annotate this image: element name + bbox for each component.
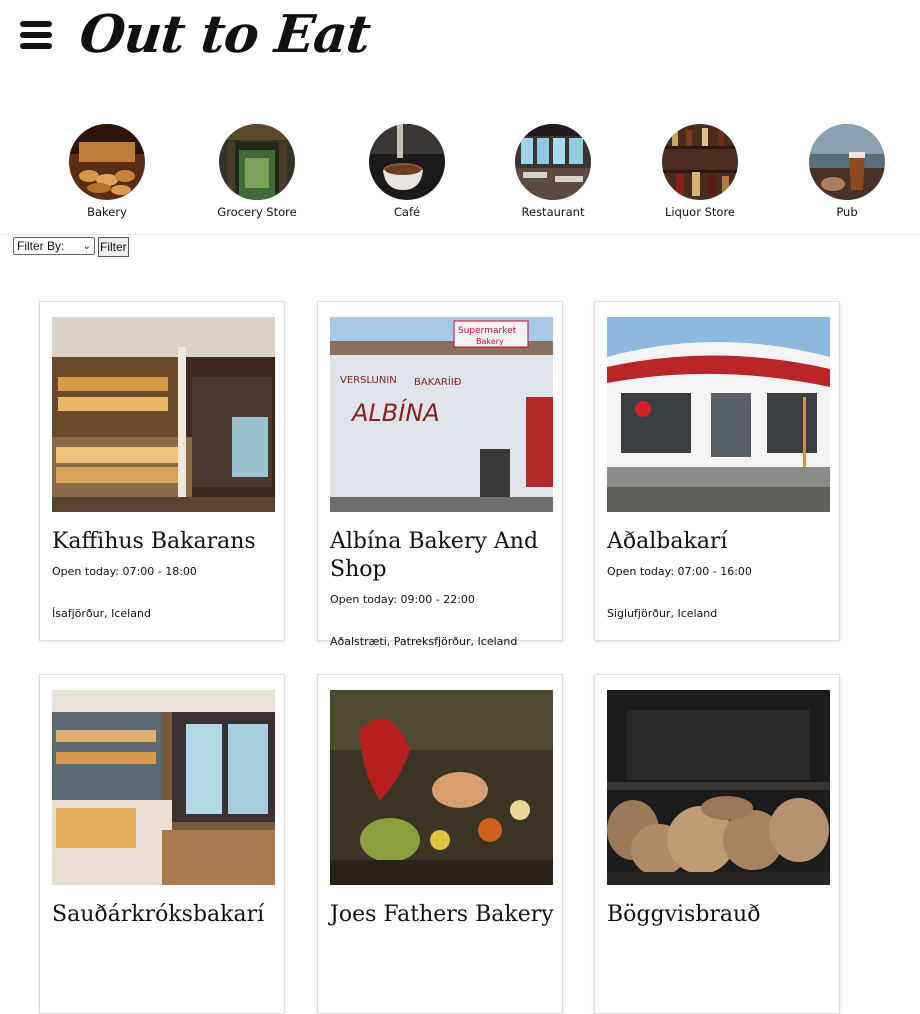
bakery-photo [69, 124, 145, 200]
place-card-body: Böggvisbrauð [607, 901, 832, 929]
place-name[interactable]: Böggvisbrauð [607, 901, 832, 929]
svg-text:Supermarket: Supermarket [458, 326, 517, 336]
place-card-body: Aðalbakarí Open today: 07:00 - 16:00 Sig… [607, 528, 832, 628]
category-pub[interactable]: Pub [777, 124, 917, 219]
place-card-body: Kaffihus Bakarans Open today: 07:00 - 18… [52, 528, 277, 628]
restaurant-photo [515, 124, 591, 200]
category-label: Grocery Store [217, 205, 297, 219]
opening-hours: Open today: 07:00 - 16:00 [607, 565, 752, 578]
category-bar: Bakery Grocery Store Café Restaurant Liq… [0, 124, 920, 234]
place-location: Aðalstræti, Patreksfjörður, Iceland [330, 635, 518, 648]
divider [0, 234, 920, 235]
category-label: Liquor Store [664, 205, 735, 219]
filter-by-select[interactable]: Filter By: ⌄ [13, 237, 95, 255]
place-card-body: Sauðárkróksbakarí [52, 901, 277, 929]
site-logo[interactable]: Out to Eat [76, 0, 373, 70]
place-card-body: Albína Bakery And Shop Open today: 09:00… [330, 528, 555, 656]
header: Out to Eat [0, 0, 920, 80]
category-label: Restaurant [521, 205, 585, 219]
filter-bar: Filter By: ⌄ Filter [13, 237, 129, 257]
place-photo [330, 690, 553, 885]
opening-hours: Open today: 07:00 - 18:00 [52, 565, 197, 578]
place-name[interactable]: Aðalbakarí [607, 528, 832, 556]
place-photo [607, 317, 830, 512]
svg-text:BAKARÍIÐ: BAKARÍIÐ [414, 375, 462, 388]
place-photo [607, 690, 830, 885]
category-restaurant[interactable]: Restaurant [483, 124, 623, 219]
hamburger-menu-icon[interactable] [20, 21, 52, 49]
category-label: Café [393, 205, 421, 219]
category-bakery[interactable]: Bakery [37, 124, 177, 219]
grocery-store-photo [219, 124, 295, 200]
category-liquor-store[interactable]: Liquor Store [630, 124, 770, 219]
svg-text:Bakery: Bakery [476, 337, 504, 346]
place-photo [52, 690, 275, 885]
place-name[interactable]: Albína Bakery And Shop [330, 528, 555, 584]
place-photo [52, 317, 275, 512]
place-card[interactable]: Sauðárkróksbakarí [39, 674, 285, 1014]
place-name[interactable]: Kaffihus Bakarans [52, 528, 277, 556]
chevron-down-icon: ⌄ [82, 240, 91, 252]
place-card[interactable]: Kaffihus Bakarans Open today: 07:00 - 18… [39, 301, 285, 641]
category-label: Pub [836, 205, 858, 219]
category-grocery-store[interactable]: Grocery Store [187, 124, 327, 219]
filter-select-value: Filter By: [17, 239, 65, 253]
place-location: Ísafjörður, Iceland [52, 607, 151, 620]
place-location: Siglufjörður, Iceland [607, 607, 718, 620]
svg-text:ALBÍNA: ALBÍNA [350, 398, 440, 427]
liquor-store-photo [662, 124, 738, 200]
category-cafe[interactable]: Café [337, 124, 477, 219]
place-card[interactable]: Supermarket Bakery VERSLUNIN BAKARÍIÐ AL… [317, 301, 563, 648]
opening-hours: Open today: 09:00 - 22:00 [330, 593, 475, 606]
place-name[interactable]: Joes Fathers Bakery [330, 901, 555, 929]
cafe-photo [369, 124, 445, 200]
place-photo: Supermarket Bakery VERSLUNIN BAKARÍIÐ AL… [330, 317, 553, 512]
place-card[interactable]: Aðalbakarí Open today: 07:00 - 16:00 Sig… [594, 301, 840, 641]
place-card-body: Joes Fathers Bakery [330, 901, 555, 929]
category-label: Bakery [87, 205, 127, 219]
pub-photo [809, 124, 885, 200]
svg-text:VERSLUNIN: VERSLUNIN [340, 375, 397, 386]
place-name[interactable]: Sauðárkróksbakarí [52, 901, 277, 929]
filter-button[interactable]: Filter [98, 237, 129, 257]
place-card[interactable]: Böggvisbrauð [594, 674, 840, 1014]
place-card[interactable]: Joes Fathers Bakery [317, 674, 563, 1014]
